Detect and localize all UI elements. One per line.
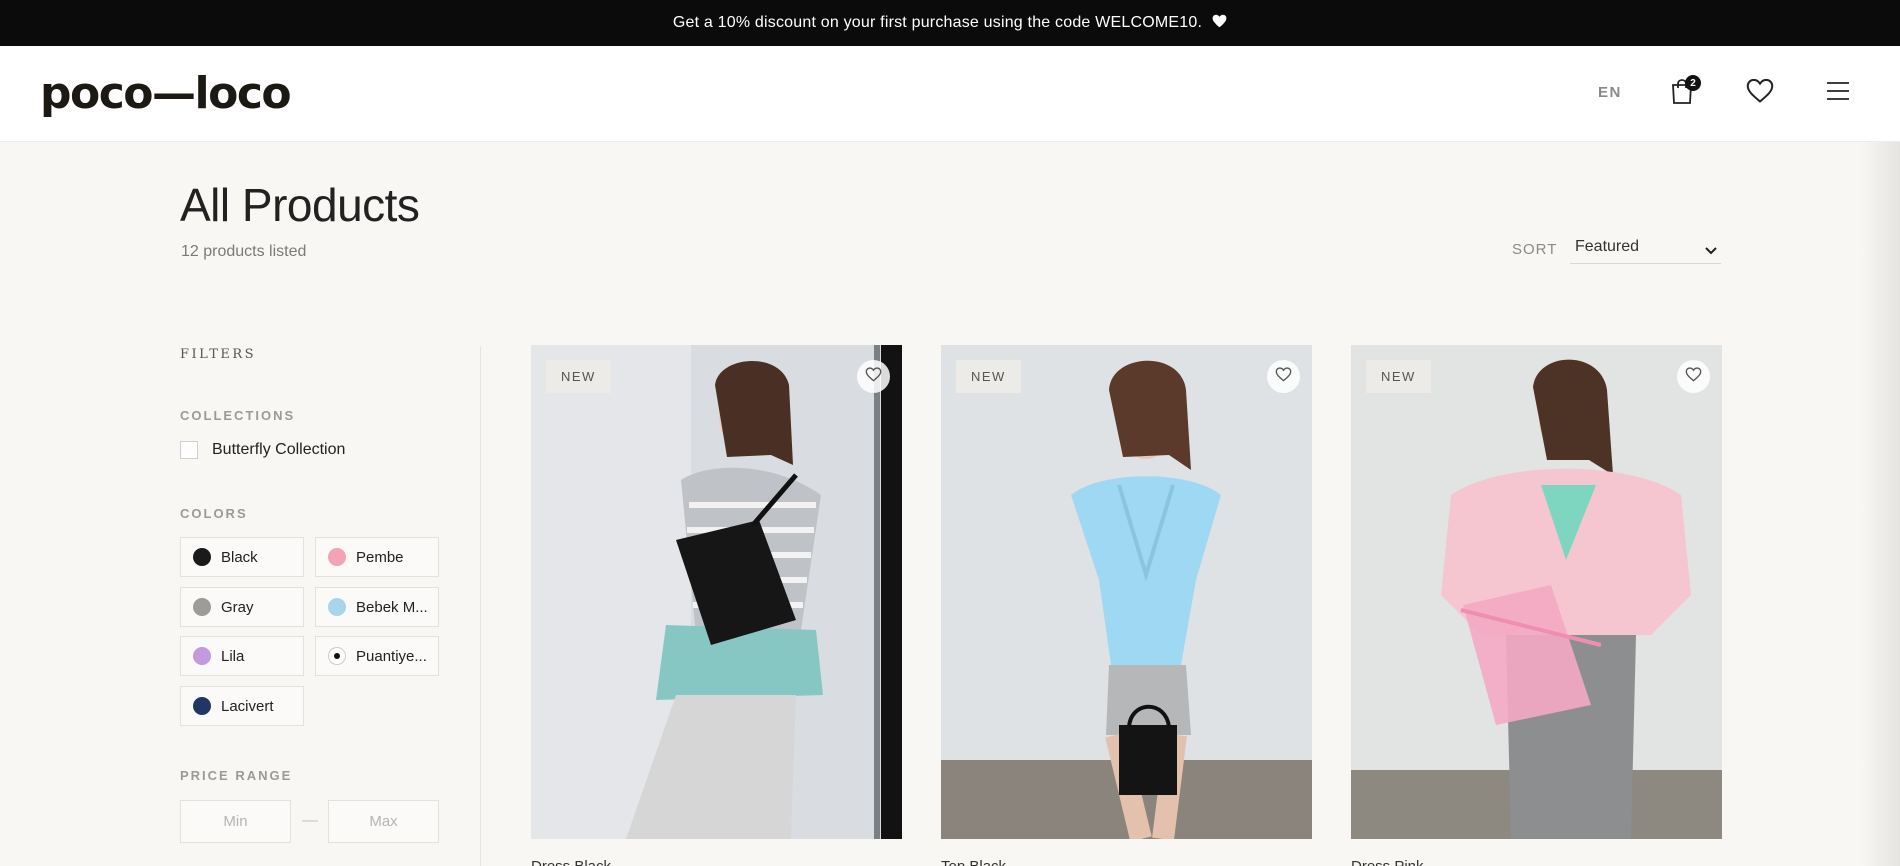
page-title: All Products	[180, 179, 420, 231]
page-edge-shadow	[1860, 142, 1900, 866]
product-name[interactable]: Dress Black	[531, 858, 902, 866]
product-image	[531, 345, 902, 839]
filters-title: FILTERS	[180, 347, 257, 362]
product-count: 12 products listed	[181, 243, 307, 260]
color-swatch	[193, 697, 211, 715]
chevron-down-icon	[1705, 242, 1717, 260]
brand-logo[interactable]: poco—loco	[40, 68, 292, 119]
product-card[interactable]: NEW	[531, 345, 902, 839]
color-chip-pembe[interactable]: Pembe	[315, 537, 439, 577]
collection-label: Butterfly Collection	[212, 441, 346, 458]
new-badge: NEW	[546, 360, 611, 393]
announcement-bar: Get a 10% discount on your first purchas…	[0, 0, 1900, 46]
heart-icon	[1685, 366, 1702, 387]
collections-title: COLLECTIONS	[180, 408, 296, 423]
heart-icon	[865, 366, 882, 387]
cart-button[interactable]: 2	[1664, 75, 1701, 111]
wishlist-toggle[interactable]	[1677, 360, 1710, 393]
wishlist-toggle[interactable]	[857, 360, 890, 393]
sort-label: SORT	[1512, 241, 1558, 258]
color-label: Puantiye...	[356, 647, 427, 665]
checkbox[interactable]	[180, 441, 198, 459]
collection-checkbox-butterfly[interactable]: Butterfly Collection	[180, 441, 345, 459]
product-image	[1351, 345, 1722, 839]
product-card[interactable]: NEW	[941, 345, 1312, 839]
color-chip-lila[interactable]: Lila	[180, 636, 304, 676]
heart-icon	[1212, 14, 1227, 32]
sort-selected-value: Featured	[1575, 238, 1640, 255]
product-image	[941, 345, 1312, 839]
price-max-input[interactable]: Max	[328, 800, 439, 843]
new-badge: NEW	[956, 360, 1021, 393]
color-label: Pembe	[356, 548, 404, 566]
color-swatch	[328, 647, 346, 665]
product-name[interactable]: Dress Pink	[1351, 858, 1722, 866]
heart-icon	[1275, 366, 1292, 387]
color-label: Lila	[221, 647, 245, 665]
language-switcher[interactable]: EN	[1598, 84, 1622, 101]
color-chip-bebek-mavi[interactable]: Bebek M...	[315, 587, 439, 627]
color-swatch	[328, 598, 346, 616]
site-header: poco—loco EN 2	[0, 46, 1900, 142]
wishlist-button[interactable]	[1742, 75, 1778, 111]
color-swatch	[193, 548, 211, 566]
color-label: Black	[221, 548, 258, 566]
color-chip-lacivert[interactable]: Lacivert	[180, 686, 304, 726]
wishlist-toggle[interactable]	[1267, 360, 1300, 393]
color-chip-puantiye[interactable]: Puantiye...	[315, 636, 439, 676]
hamburger-menu-icon	[1825, 80, 1851, 107]
color-swatch	[193, 647, 211, 665]
sort-dropdown[interactable]: Featured	[1570, 232, 1721, 264]
color-chip-black[interactable]: Black	[180, 537, 304, 577]
announcement-text: Get a 10% discount on your first purchas…	[672, 14, 1203, 31]
color-label: Gray	[221, 598, 254, 616]
cart-count-badge: 2	[1685, 75, 1701, 91]
color-chip-gray[interactable]: Gray	[180, 587, 304, 627]
color-label: Lacivert	[221, 697, 274, 715]
filter-divider	[480, 346, 481, 866]
price-range-title: PRICE RANGE	[180, 768, 293, 783]
menu-button[interactable]	[1820, 75, 1856, 111]
color-swatch	[328, 548, 346, 566]
new-badge: NEW	[1366, 360, 1431, 393]
color-label: Bebek M...	[356, 598, 428, 616]
price-separator: —	[302, 812, 318, 829]
color-swatch	[193, 598, 211, 616]
heart-icon	[1746, 78, 1774, 109]
price-min-input[interactable]: Min	[180, 800, 291, 843]
product-card[interactable]: NEW	[1351, 345, 1722, 839]
product-name[interactable]: Top Black	[941, 858, 1312, 866]
colors-title: COLORS	[180, 506, 248, 521]
